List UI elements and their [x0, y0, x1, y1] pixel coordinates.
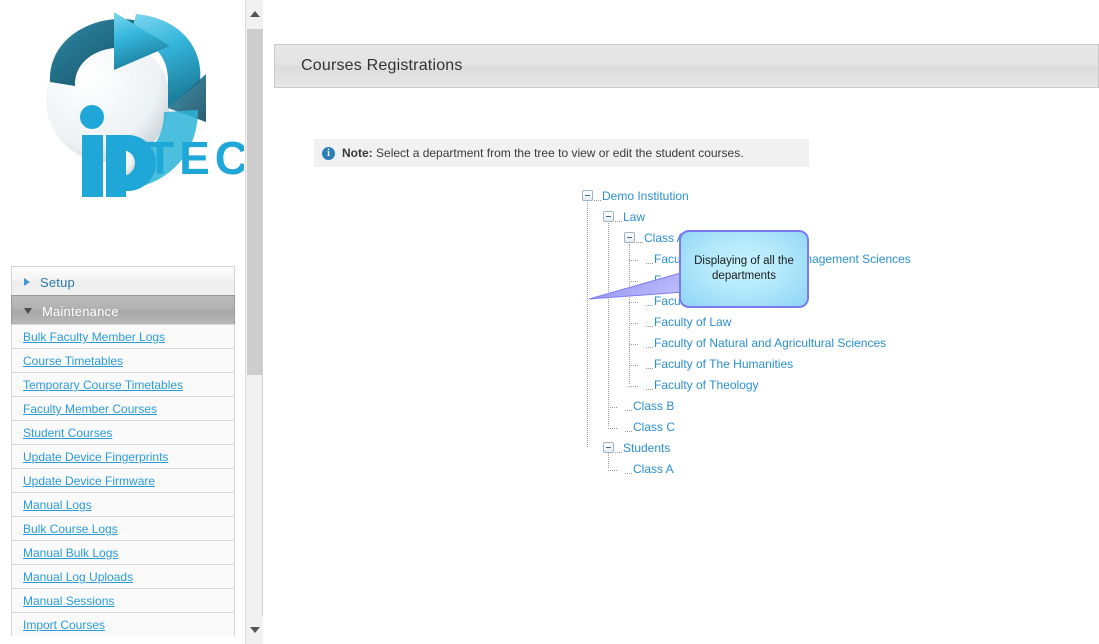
note-text: Note: Select a department from the tree … [342, 146, 744, 160]
tree-dots [646, 325, 653, 328]
sidebar-item-manual-bulk-logs[interactable]: Manual Bulk Logs [11, 540, 235, 564]
tree-node-faculty-theology[interactable]: Faculty of Theology [582, 375, 911, 396]
sidebar-item-label[interactable]: Student Courses [23, 426, 112, 440]
sidebar-item-import-courses[interactable]: Import Courses [11, 612, 235, 636]
sidebar-item-bulk-faculty-member-logs[interactable]: Bulk Faculty Member Logs [11, 324, 235, 348]
tree-elbow [629, 386, 638, 387]
callout-tail [589, 272, 684, 300]
sidebar-item-bulk-course-logs[interactable]: Bulk Course Logs [11, 516, 235, 540]
tree-dots [615, 220, 622, 223]
tree-node-label[interactable]: Faculty of The Humanities [654, 357, 793, 371]
info-icon: i [322, 146, 335, 160]
sidebar-item-manual-logs[interactable]: Manual Logs [11, 492, 235, 516]
tree-elbow [608, 428, 617, 429]
main-content: Courses Registrations i Note: Select a d… [264, 0, 1099, 644]
sidebar-item-label[interactable]: Faculty Member Courses [23, 402, 157, 416]
tree-node-faculty-law[interactable]: Faculty of Law [582, 312, 911, 333]
minus-box-icon[interactable] [603, 442, 614, 454]
tree-node-label[interactable]: Faculty of Theology [654, 378, 759, 392]
minus-box-icon[interactable] [624, 232, 635, 244]
tree-dots [625, 430, 632, 433]
sidebar-item-manual-sessions[interactable]: Manual Sessions [11, 588, 235, 612]
tree-dots [625, 472, 632, 475]
sidebar-item-course-timetables[interactable]: Course Timetables [11, 348, 235, 372]
tree-dots [636, 241, 643, 244]
note-prefix: Note: [342, 146, 373, 160]
chevron-up-icon [249, 11, 260, 17]
tree-dots [594, 199, 601, 202]
sidebar-item-label[interactable]: Manual Sessions [23, 594, 114, 608]
sidebar-item-faculty-member-courses[interactable]: Faculty Member Courses [11, 396, 235, 420]
sidebar-item-student-courses[interactable]: Student Courses [11, 420, 235, 444]
scroll-down-button[interactable] [246, 616, 263, 644]
page-title: Courses Registrations [301, 57, 463, 74]
scroll-up-button[interactable] [246, 0, 263, 28]
sidebar-item-label[interactable]: Temporary Course Timetables [23, 378, 183, 392]
tree-elbow [629, 344, 638, 345]
sidebar-section-maintenance[interactable]: Maintenance [11, 295, 235, 324]
sidebar-section-setup[interactable]: Setup [11, 266, 235, 295]
note-banner: i Note: Select a department from the tre… [314, 139, 809, 167]
tree-node-label[interactable]: Faculty of Law [654, 315, 731, 329]
tree-dots [625, 409, 632, 412]
sidebar-item-label[interactable]: Update Device Firmware [23, 474, 155, 488]
tree-dots [646, 262, 653, 265]
logo-text: TECH [146, 132, 244, 184]
tree-node-label[interactable]: Class A [633, 462, 674, 476]
chevron-down-icon [249, 627, 260, 633]
sidebar-item-label[interactable]: Course Timetables [23, 354, 123, 368]
scrollbar-thumb[interactable] [247, 29, 262, 375]
sidebar-item-label[interactable]: Update Device Fingerprints [23, 450, 168, 464]
tree-node-law[interactable]: Law [582, 207, 911, 228]
minus-box-icon[interactable] [603, 211, 614, 223]
tree-node-label[interactable]: Faculty of Natural and Agricultural Scie… [654, 336, 886, 350]
sidebar-item-label[interactable]: Bulk Faculty Member Logs [23, 330, 165, 344]
tree-node-faculty-humanities[interactable]: Faculty of The Humanities [582, 354, 911, 375]
tree-elbow [629, 260, 638, 261]
app-logo: TECH [0, 0, 245, 215]
sidebar-item-label[interactable]: Manual Logs [23, 498, 92, 512]
tree-dots [646, 346, 653, 349]
sidebar-item-update-device-firmware[interactable]: Update Device Firmware [11, 468, 235, 492]
sidebar-item-update-device-fingerprints[interactable]: Update Device Fingerprints [11, 444, 235, 468]
tree-node-students-class-a[interactable]: Class A [582, 459, 911, 480]
tree-dots [615, 451, 622, 454]
sidebar-menu: Setup Maintenance Bulk Faculty Member Lo… [11, 266, 235, 636]
callout-bubble: Displaying of all the departments [679, 230, 809, 308]
sidebar-item-label[interactable]: Bulk Course Logs [23, 522, 118, 536]
tree-node-class-c[interactable]: Class C [582, 417, 911, 438]
logo-graphic: TECH [46, 12, 244, 197]
tree-elbow [608, 470, 617, 471]
tree-node-label[interactable]: Students [623, 441, 670, 455]
tree-elbow [629, 323, 638, 324]
callout-text: Displaying of all the departments [694, 255, 794, 282]
tree-node-students[interactable]: Students [582, 438, 911, 459]
sidebar-item-label[interactable]: Manual Log Uploads [23, 570, 133, 584]
sidebar-section-setup-label: Setup [40, 275, 75, 291]
tree-dots [646, 388, 653, 391]
left-panel-scrollbar[interactable] [245, 0, 263, 644]
tree-node-class-b[interactable]: Class B [582, 396, 911, 417]
chevron-right-icon [24, 277, 30, 286]
left-panel: TECH Setup Maintenance Bulk Faculty Memb… [0, 0, 245, 644]
minus-box-icon[interactable] [582, 190, 593, 202]
tree-node-label[interactable]: Law [623, 210, 645, 224]
tree-node-faculty-natural-agricultural[interactable]: Faculty of Natural and Agricultural Scie… [582, 333, 911, 354]
tree-dots [646, 367, 653, 370]
chevron-down-icon [24, 307, 32, 314]
note-body: Select a department from the tree to vie… [376, 146, 744, 160]
sidebar-section-maintenance-label: Maintenance [42, 304, 119, 320]
tree-node-label[interactable]: Class B [633, 399, 674, 413]
sidebar-item-temporary-course-timetables[interactable]: Temporary Course Timetables [11, 372, 235, 396]
tree-node-label[interactable]: Class C [633, 420, 675, 434]
page-header-bar: Courses Registrations [274, 44, 1099, 88]
tree-elbow [608, 407, 617, 408]
tree-elbow [629, 365, 638, 366]
sidebar-item-manual-log-uploads[interactable]: Manual Log Uploads [11, 564, 235, 588]
sidebar-item-label[interactable]: Manual Bulk Logs [23, 546, 118, 560]
sidebar-item-label[interactable]: Import Courses [23, 618, 105, 632]
tree-node-demo-institution[interactable]: Demo Institution [582, 186, 911, 207]
tree-node-label[interactable]: Demo Institution [602, 189, 689, 203]
